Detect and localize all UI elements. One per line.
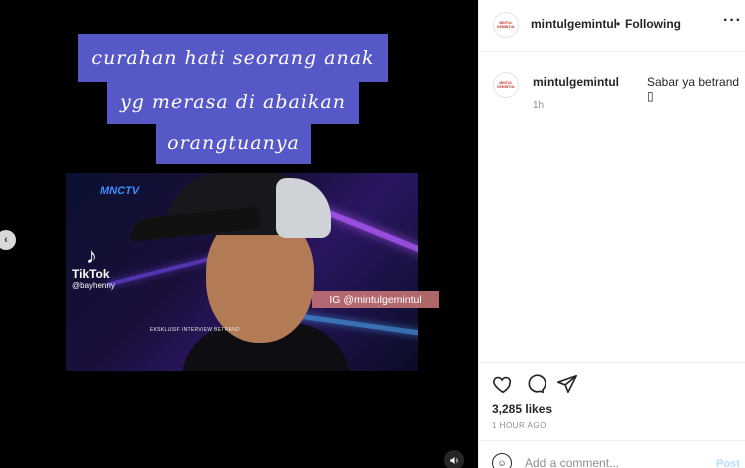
- avatar-text: MINTUL GEMINTUL: [496, 81, 516, 89]
- tiktok-brand: TikTok: [72, 267, 110, 281]
- comment-input[interactable]: [525, 456, 675, 468]
- emoji-icon[interactable]: ☺: [492, 453, 512, 468]
- likes-count[interactable]: 3,285 likes: [492, 402, 552, 416]
- post-media[interactable]: curahan hati seorang anak yg merasa di a…: [0, 0, 478, 468]
- caption-line-2: yg merasa di abaikan: [107, 80, 359, 124]
- post-timestamp: 1 HOUR AGO: [492, 421, 547, 430]
- tiktok-handle: @bayhenny: [72, 281, 115, 290]
- header-username[interactable]: mintulgemintul: [531, 17, 617, 31]
- chevron-left-icon[interactable]: ‹: [0, 230, 16, 250]
- avatar[interactable]: MINTUL GEMINTUL: [493, 12, 519, 38]
- tiktok-watermark: ♪ TikTok @bayhenny: [72, 243, 115, 291]
- avatar[interactable]: MINTUL GEMINTUL: [493, 72, 519, 98]
- likes-text: 3,285 likes: [492, 402, 553, 416]
- comment-username[interactable]: mintulgemintul: [533, 75, 619, 89]
- ig-watermark: IG @mintulgemintul: [312, 291, 439, 308]
- comment-icon[interactable]: [524, 373, 547, 395]
- header-separator: •: [616, 17, 621, 31]
- comment-text: Sabar ya betrand ▯: [647, 75, 740, 103]
- post-sidebar: MINTUL GEMINTUL mintulgemintul • Followi…: [478, 0, 745, 468]
- avatar-text: MINTUL GEMINTUL: [496, 21, 516, 29]
- heart-icon[interactable]: [492, 373, 514, 395]
- following-button[interactable]: Following: [625, 17, 681, 31]
- video-subtitle: EKSKLUSIF INTERVIEW BETRAND: [150, 327, 240, 333]
- channel-logo: MNCTV: [100, 185, 140, 197]
- action-bar: 3,285 likes 1 HOUR AGO ☺ Post: [479, 362, 745, 468]
- comment-time[interactable]: 1h: [533, 100, 544, 111]
- add-comment-bar: ☺ Post: [479, 440, 745, 468]
- ellipsis-icon[interactable]: ···: [723, 12, 742, 30]
- post-button[interactable]: Post: [716, 458, 740, 468]
- speaker-icon[interactable]: [444, 450, 464, 468]
- tiktok-icon: ♪: [86, 243, 97, 268]
- person-cap-side: [276, 178, 331, 238]
- post-header: MINTUL GEMINTUL mintulgemintul • Followi…: [479, 0, 745, 52]
- share-icon[interactable]: [556, 373, 578, 395]
- caption-line-1: curahan hati seorang anak: [78, 34, 388, 82]
- video-frame[interactable]: MNCTV ♪ TikTok @bayhenny EKSKLUSIF INTER…: [66, 173, 418, 371]
- caption-line-3: orangtuanya: [156, 122, 311, 164]
